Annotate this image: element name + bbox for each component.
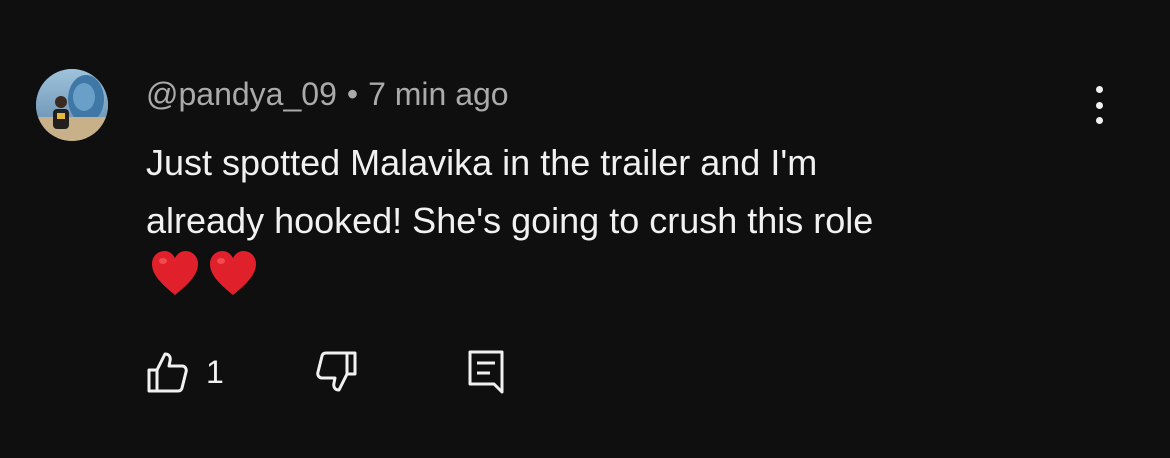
comment-line: Just spotted Malavika in the trailer and… — [146, 142, 818, 183]
more-vertical-icon — [1095, 86, 1103, 93]
dislike-button[interactable] — [314, 348, 358, 396]
like-count: 1 — [206, 354, 224, 390]
comment-line: already hooked! She's going to crush thi… — [146, 200, 874, 241]
meta-separator: • — [346, 76, 359, 112]
comment-item: @pandya_09 • 7 min ago Just spotted Malavi… — [0, 0, 1170, 458]
comment-timestamp[interactable]: 7 min ago — [368, 76, 509, 112]
comment-emojis — [150, 250, 258, 300]
heart-emoji-icon — [152, 251, 198, 295]
reply-button[interactable] — [466, 348, 510, 396]
comment-text: Just spotted Malavika in the trailer and… — [146, 134, 1106, 250]
heart-emoji-icon — [210, 251, 256, 295]
comment-meta: @pandya_09 • 7 min ago — [146, 74, 509, 114]
thumbs-up-icon — [147, 352, 188, 393]
thumbs-down-icon — [316, 351, 357, 392]
avatar[interactable] — [36, 69, 108, 141]
username-link[interactable]: @pandya_09 — [146, 76, 337, 112]
more-options-button[interactable] — [1082, 84, 1116, 126]
reply-comment-icon — [468, 350, 504, 394]
like-button[interactable]: 1 — [146, 348, 224, 396]
